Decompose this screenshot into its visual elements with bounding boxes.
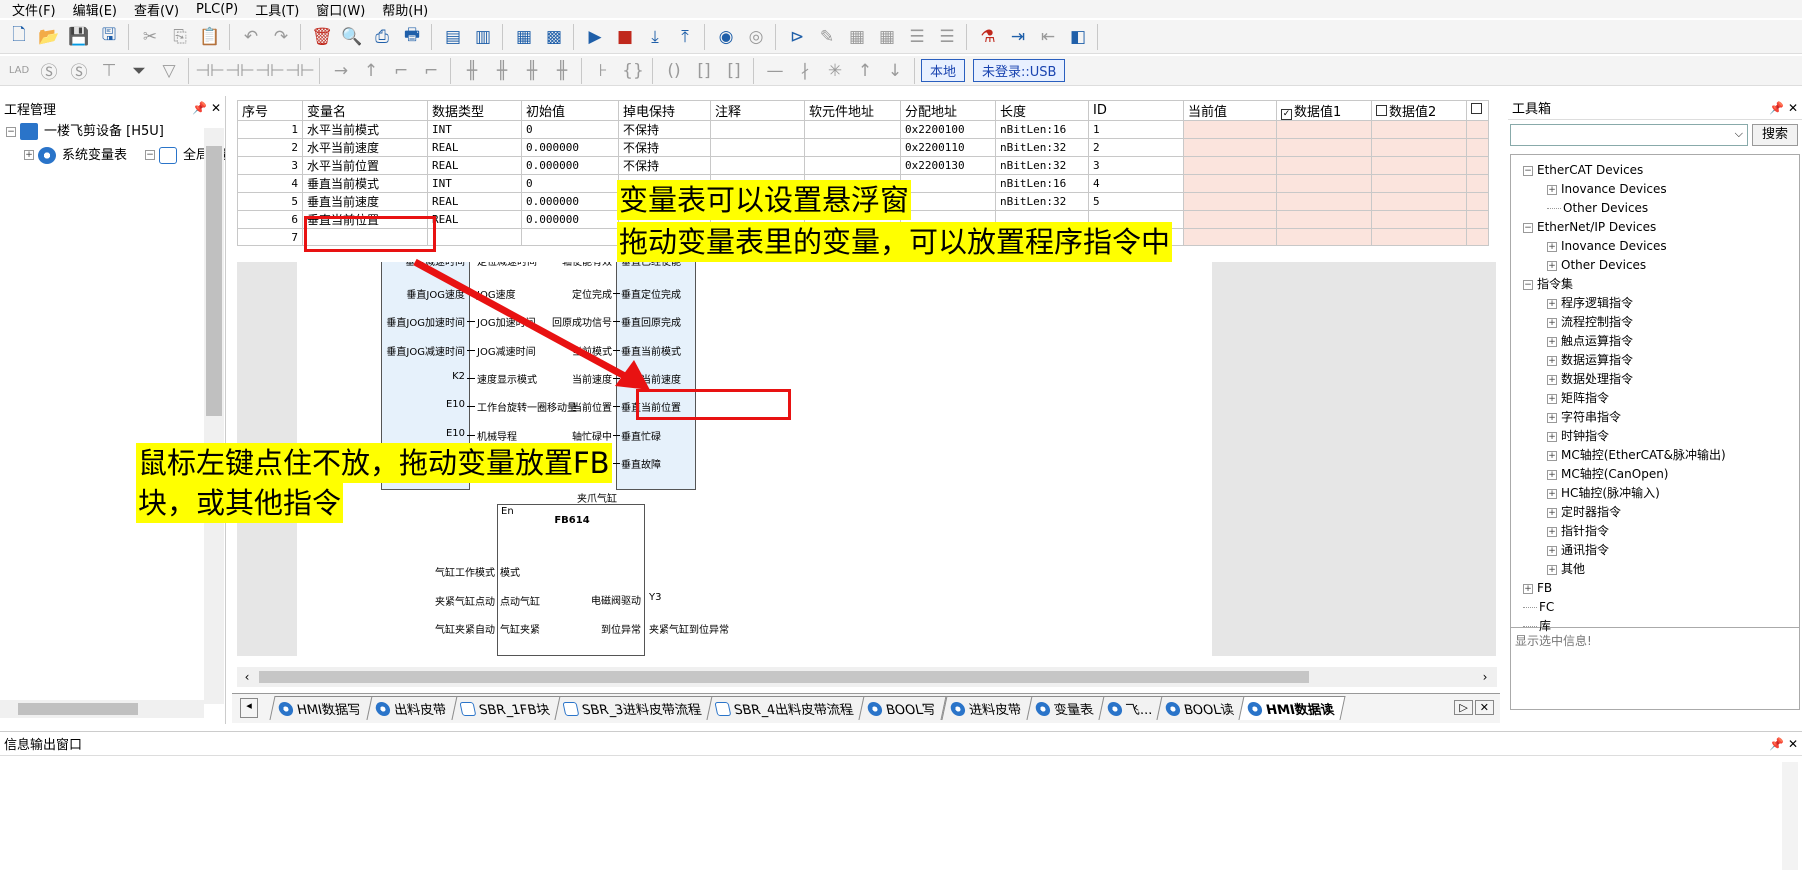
annotation-line2: 块，或其他指令	[136, 483, 344, 523]
annotation-floating-window: 变量表可以设置悬浮窗	[617, 180, 912, 220]
drag-arrow	[413, 258, 650, 390]
annotation-drag-variable: 拖动变量表里的变量，可以放置程序指令中	[617, 222, 1173, 262]
annotation-drag-to-fb: 鼠标左键点住不放，拖动变量放置FB 块，或其他指令	[136, 443, 612, 523]
annotation-line1: 鼠标左键点住不放，拖动变量放置FB	[136, 443, 612, 483]
